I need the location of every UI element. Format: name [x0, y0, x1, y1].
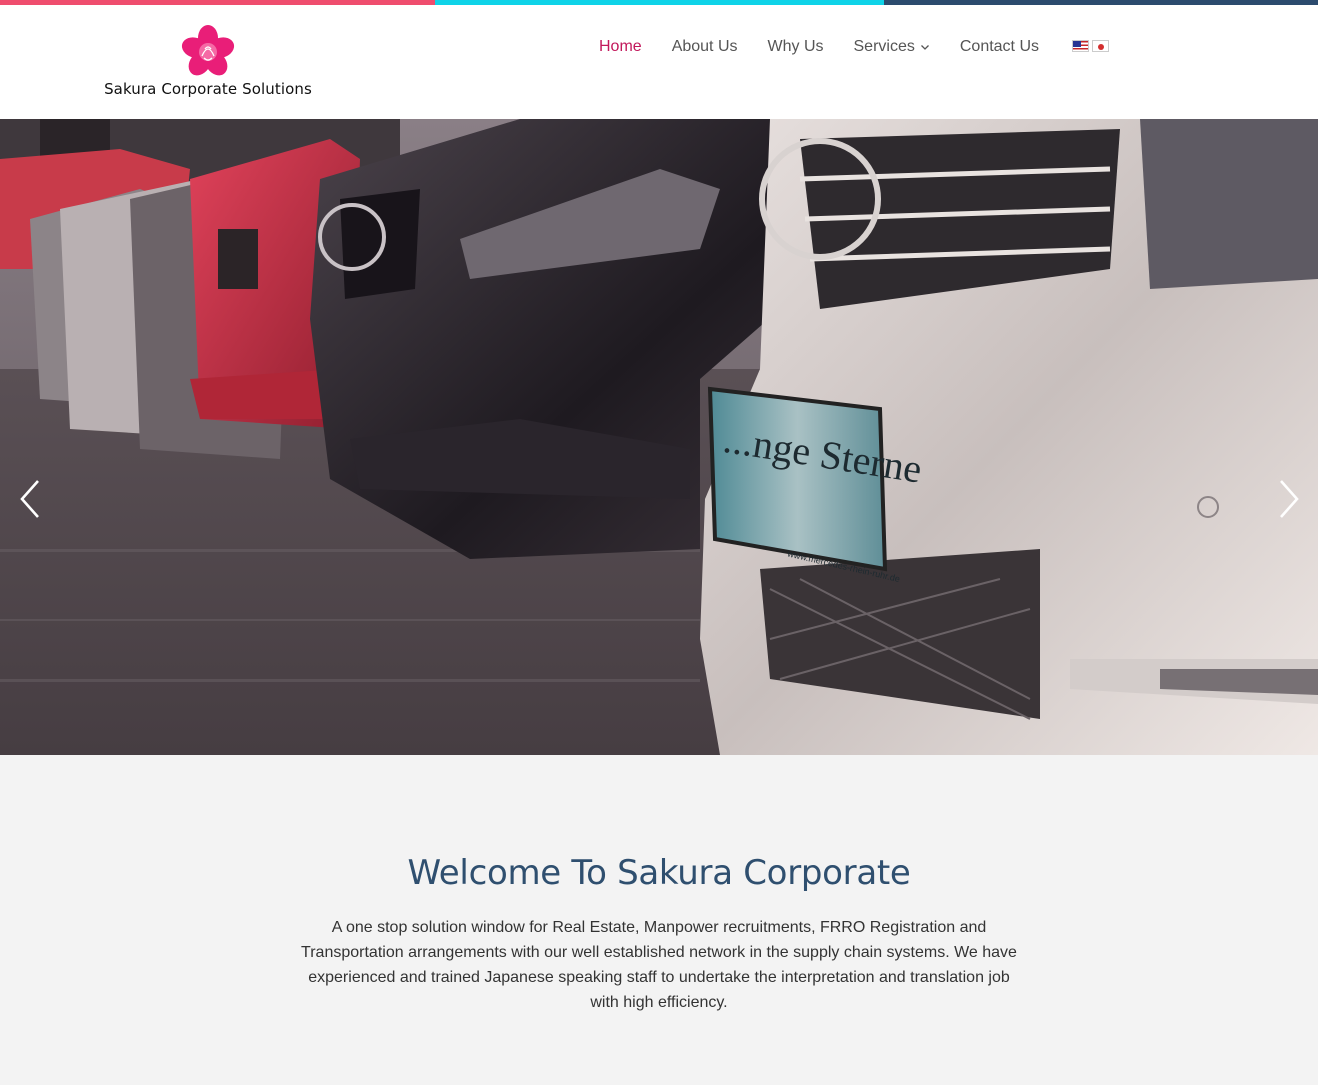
site-logo[interactable]: Sakura Corporate Solutions: [100, 23, 316, 103]
hero-slider: ...nge Sterne www.mercedes-rhein-ruhr.de: [0, 119, 1318, 755]
nav-contact-us[interactable]: Contact Us: [945, 38, 1054, 56]
nav-services[interactable]: Services: [839, 38, 945, 56]
us-flag-icon[interactable]: [1072, 40, 1089, 52]
main-navigation: Home About Us Why Us Services Contact Us: [584, 31, 1054, 63]
sakura-flower-icon: [181, 25, 235, 76]
hero-image: ...nge Sterne www.mercedes-rhein-ruhr.de: [0, 119, 1318, 755]
chevron-right-icon[interactable]: [1277, 477, 1301, 521]
welcome-description: A one stop solution window for Real Esta…: [301, 919, 1017, 1011]
welcome-title: Welcome To Sakura Corporate: [407, 853, 911, 893]
nav-about-us[interactable]: About Us: [657, 38, 753, 56]
japan-flag-icon[interactable]: [1092, 40, 1109, 52]
brand-name: Sakura Corporate Solutions: [104, 80, 312, 98]
chevron-down-icon: [920, 45, 929, 50]
nav-home[interactable]: Home: [584, 38, 657, 56]
welcome-section: Welcome To Sakura Corporate A one stop s…: [0, 755, 1318, 1085]
chevron-left-icon[interactable]: [18, 477, 42, 521]
nav-services-label: Services: [853, 38, 915, 55]
nav-why-us[interactable]: Why Us: [753, 38, 839, 56]
language-switcher: [1072, 40, 1109, 52]
site-header: Sakura Corporate Solutions Home About Us…: [0, 5, 1318, 119]
